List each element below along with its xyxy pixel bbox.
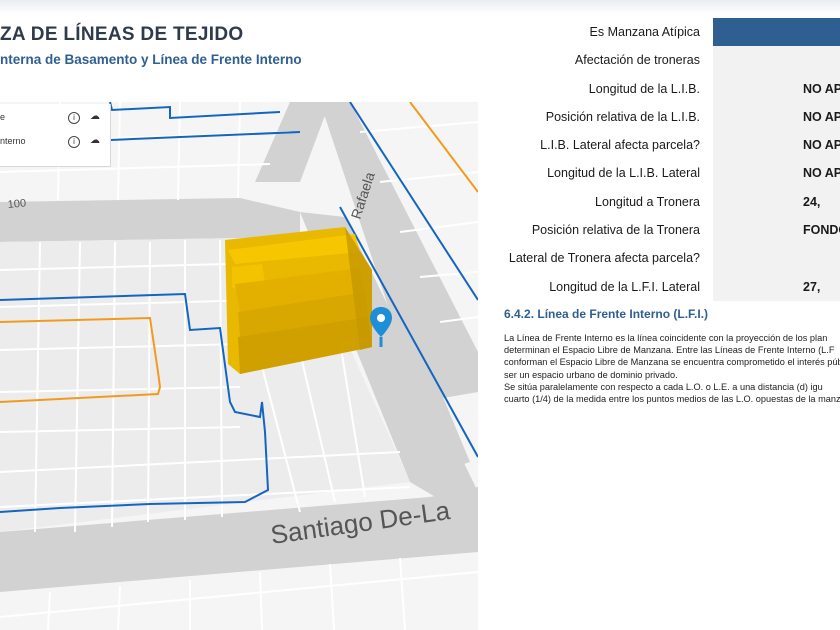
row-value-text: 27, xyxy=(803,279,821,294)
row-value: 24, xyxy=(713,187,840,217)
page-title: ZA DE LÍNEAS DE TEJIDO xyxy=(0,24,244,45)
row-value-text: NO AP xyxy=(803,166,840,181)
map-canvas[interactable]: Rafaela Santiago De-La 100 xyxy=(0,102,478,630)
table-row: Afectación de troneras xyxy=(490,46,840,75)
map-view[interactable]: Rafaela Santiago De-La 100 xyxy=(0,102,478,630)
row-value-text: FONDO MÍN xyxy=(803,223,840,238)
row-label: Posición relativa de la L.I.B. xyxy=(545,109,700,124)
legend-label: nterno xyxy=(0,136,26,146)
table-row: Es Manzana Atípica xyxy=(490,18,840,47)
table-row: Longitud a Tronera 24, xyxy=(490,187,840,217)
paragraph-line: conforman el Espacio Libre de Manzana se… xyxy=(504,357,840,368)
map-legend: e i ☁ nterno i ☁ xyxy=(0,104,111,167)
row-label: Longitud de la L.I.B. xyxy=(588,81,700,96)
top-fade xyxy=(0,0,840,14)
table-row: Posición relativa de la Tronera FONDO MÍN xyxy=(490,216,840,245)
paragraph-line: cuarto (1/4) de la medida entre los punt… xyxy=(504,394,840,405)
paragraph-line: La Línea de Frente Interno es la línea c… xyxy=(504,333,828,343)
section-heading: 6.4.2. Línea de Frente Interno (L.F.I.) xyxy=(504,307,709,321)
parameters-table: Es Manzana Atípica Afectación de troneras… xyxy=(490,18,840,301)
table-row: Longitud de la L.F.I. Lateral 27, xyxy=(490,272,840,301)
row-label: Es Manzana Atípica xyxy=(589,25,700,39)
section-paragraph-2: Se sitúa paralelamente con respecto a ca… xyxy=(504,381,840,405)
table-row: Longitud de la L.I.B. NO AP xyxy=(490,74,840,103)
section-paragraph-1: La Línea de Frente Interno es la línea c… xyxy=(504,332,840,381)
legend-row[interactable]: nterno i ☁ xyxy=(0,135,110,150)
table-row: Posición relativa de la L.I.B. NO API xyxy=(490,102,840,132)
row-label: Longitud de la L.I.B. Lateral xyxy=(547,166,700,181)
row-label: L.I.B. Lateral afecta parcela? xyxy=(540,138,700,153)
table-row: L.I.B. Lateral afecta parcela? NO AP xyxy=(490,131,840,160)
info-icon[interactable]: i xyxy=(68,112,80,124)
row-value-text: 24, xyxy=(803,194,821,209)
cloud-icon[interactable]: ☁ xyxy=(90,111,100,122)
row-value xyxy=(713,244,840,273)
row-label: Posición relativa de la Tronera xyxy=(531,223,700,238)
row-label: Longitud a Tronera xyxy=(595,194,700,209)
row-value: FONDO MÍN xyxy=(713,216,840,245)
cloud-icon[interactable]: ☁ xyxy=(90,135,100,146)
row-value: NO AP xyxy=(713,159,840,188)
row-value-text: NO AP xyxy=(803,138,840,153)
table-row: Longitud de la L.I.B. Lateral NO AP xyxy=(490,159,840,188)
row-value: NO AP xyxy=(713,74,840,103)
row-value-text: NO AP xyxy=(803,81,840,96)
paragraph-line: ser un espacio urbano de dominio privado… xyxy=(504,369,678,380)
paragraph-line: determinan el Espacio Libre de Manzana. … xyxy=(504,345,835,356)
legend-label: e xyxy=(0,112,6,122)
row-value xyxy=(713,18,840,47)
row-label: Longitud de la L.F.I. Lateral xyxy=(549,279,700,294)
row-value: NO API xyxy=(713,102,840,132)
table-row: Lateral de Tronera afecta parcela? xyxy=(490,244,840,273)
street-number-label: 100 xyxy=(7,197,26,211)
row-label: Afectación de troneras xyxy=(574,53,700,68)
legend-row[interactable]: e i ☁ xyxy=(0,111,110,126)
info-icon[interactable]: i xyxy=(68,136,80,148)
row-value xyxy=(713,46,840,75)
row-value-text: NO API xyxy=(803,109,840,124)
row-label: Lateral de Tronera afecta parcela? xyxy=(508,251,700,266)
row-value: NO AP xyxy=(713,131,840,160)
paragraph-line: Se sitúa paralelamente con respecto a ca… xyxy=(504,382,823,392)
page-subtitle: nterna de Basamento y Línea de Frente In… xyxy=(0,52,302,67)
row-value: 27, xyxy=(713,272,840,301)
